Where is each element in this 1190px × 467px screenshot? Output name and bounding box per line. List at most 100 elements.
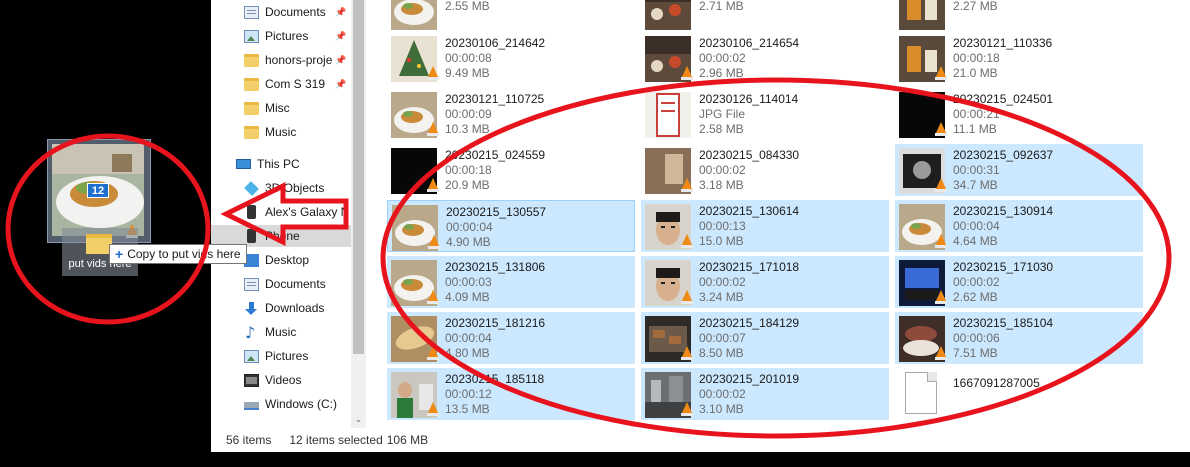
nav-item-pictures[interactable]: Pictures [211, 25, 351, 47]
file-tile[interactable]: 20230215_024559 00:00:18 20.9 MB [387, 144, 635, 196]
nav-item-com-s-319[interactable]: Com S 319 [211, 73, 351, 95]
vlc-icon [681, 346, 693, 360]
vlc-icon [935, 290, 947, 304]
file-size: 8.50 MB [699, 346, 744, 360]
item-count: 56 items [226, 433, 272, 447]
3d-objects-icon [244, 180, 259, 196]
file-tile[interactable]: 20230215_092637 00:00:31 34.7 MB [895, 144, 1143, 196]
file-type-or-duration: 00:00:02 [699, 387, 746, 401]
file-name: 20230215_084330 [699, 148, 800, 162]
file-name: 20230126_114014 [699, 92, 799, 106]
file-tile[interactable]: 20230215_130614 00:00:13 15.0 MB [641, 200, 889, 252]
file-name: 20230215_130614 [699, 204, 800, 218]
drag-item-count-badge: 12 [87, 183, 109, 198]
file-size: 10.3 MB [445, 122, 490, 136]
file-tile[interactable]: 20230215_130914 00:00:04 4.64 MB [895, 200, 1143, 252]
nav-scrollbar[interactable]: ⌄ [351, 0, 366, 428]
file-tile[interactable]: 1667091287005 [895, 368, 1143, 420]
file-tile[interactable]: 20230215_185104 00:00:06 7.51 MB [895, 312, 1143, 364]
nav-item-windows-c-[interactable]: Windows (C:) [211, 393, 351, 415]
vlc-icon [427, 122, 439, 136]
file-size: 4.09 MB [445, 290, 490, 304]
file-size: 20.9 MB [445, 178, 490, 192]
nav-item-label: Documents [265, 277, 326, 291]
selected-size: 106 MB [386, 433, 429, 447]
nav-item-label: Documents [265, 5, 326, 19]
file-grid: JPG File2.55 MBJPG File2.71 MBJPG File2.… [385, 0, 1160, 428]
file-tile[interactable]: 20230121_110336 00:00:18 21.0 MB [895, 32, 1143, 84]
file-tile[interactable]: JPG File2.55 MB [387, 0, 635, 32]
nav-item-pictures[interactable]: Pictures [211, 345, 351, 367]
file-name: 20230215_185118 [445, 372, 545, 386]
nav-item-videos[interactable]: Videos [211, 369, 351, 391]
file-tile[interactable]: 20230106_214642 00:00:08 9.49 MB [387, 32, 635, 84]
status-bar: 56 items 12 items selected 106 MB [211, 428, 1190, 452]
selected-count: 12 items selected [289, 433, 383, 447]
file-size: 2.71 MB [699, 0, 744, 13]
vlc-icon [427, 290, 439, 304]
file-type-or-duration: 00:00:02 [699, 163, 746, 177]
file-tile[interactable]: 20230215_024501 00:00:21 11.1 MB [895, 88, 1143, 140]
file-tile[interactable]: 20230215_084330 00:00:02 3.18 MB [641, 144, 889, 196]
file-tile[interactable]: 20230121_110725 00:00:09 10.3 MB [387, 88, 635, 140]
documents-icon [244, 5, 259, 19]
file-tile[interactable]: 20230215_131806 00:00:03 4.09 MB [387, 256, 635, 308]
nav-item-label: Pictures [265, 29, 309, 43]
plus-icon: + [115, 246, 124, 262]
file-tile[interactable]: 20230215_181216 00:00:04 4.80 MB [387, 312, 635, 364]
file-tile[interactable]: JPG File2.71 MB [641, 0, 889, 32]
vlc-icon [428, 235, 440, 249]
file-name: 20230215_201019 [699, 372, 800, 386]
drive-icon [244, 401, 259, 410]
file-size: 34.7 MB [953, 178, 998, 192]
file-type-or-duration: 00:00:31 [953, 163, 1000, 177]
pin-icon[interactable]: 📌 [335, 55, 347, 67]
nav-item-3d-objects[interactable]: 3D Objects [211, 177, 351, 199]
pin-icon[interactable]: 📌 [335, 79, 347, 91]
file-name: 20230215_092637 [953, 148, 1054, 162]
file-size: 21.0 MB [953, 66, 998, 80]
nav-item-music[interactable]: Music [211, 321, 351, 343]
nav-item-this-pc[interactable]: This PC [211, 153, 351, 175]
file-tile[interactable]: 20230215_171030 00:00:02 2.62 MB [895, 256, 1143, 308]
nav-item-documents[interactable]: Documents [211, 1, 351, 23]
file-tile[interactable]: 20230126_114014 JPG File 2.58 MB [641, 88, 889, 140]
this-pc-icon [236, 159, 251, 169]
file-size: 15.0 MB [699, 234, 744, 248]
file-type-or-duration: 00:00:12 [445, 387, 492, 401]
file-type-or-duration: 00:00:04 [445, 331, 492, 345]
file-size: 2.62 MB [953, 290, 998, 304]
pin-icon[interactable]: 📌 [335, 7, 347, 19]
file-explorer-window: Windows (C:) Videos Pictures Music Downloads… [211, 0, 1190, 452]
file-type-or-duration: JPG File [699, 107, 746, 121]
file-tile[interactable]: JPG File2.27 MB [895, 0, 1143, 32]
file-tile[interactable]: 20230215_184129 00:00:07 8.50 MB [641, 312, 889, 364]
file-type-or-duration: 00:00:02 [699, 51, 746, 65]
file-tile[interactable]: 20230215_185118 00:00:12 13.5 MB [387, 368, 635, 420]
nav-item-honors-proje[interactable]: honors-proje [211, 49, 351, 71]
vlc-icon [427, 346, 439, 360]
file-size: 2.58 MB [699, 122, 744, 136]
nav-item-documents[interactable]: Documents [211, 273, 351, 295]
file-type-or-duration: 00:00:21 [953, 107, 1000, 121]
file-name: 20230215_024559 [445, 148, 546, 162]
file-size: 3.24 MB [699, 290, 744, 304]
file-name: 20230215_130557 [446, 205, 547, 219]
pin-icon[interactable]: 📌 [335, 31, 347, 43]
scroll-down-icon[interactable]: ⌄ [353, 415, 364, 426]
copy-tooltip-text: Copy to put vids here [127, 247, 241, 261]
nav-item-misc[interactable]: Misc [211, 97, 351, 119]
file-name: 20230215_181216 [445, 316, 546, 330]
file-thumbnail [899, 0, 945, 30]
file-type-or-duration: 00:00:08 [445, 51, 492, 65]
file-tile[interactable]: 20230215_171018 00:00:02 3.24 MB [641, 256, 889, 308]
nav-item-label: 3D Objects [265, 181, 325, 195]
nav-item-alex-s-galaxy-n[interactable]: Alex's Galaxy N [211, 201, 351, 223]
vlc-icon [427, 402, 439, 416]
file-tile[interactable]: 20230215_130557 00:00:04 4.90 MB [387, 200, 635, 252]
file-tile[interactable]: 20230215_201019 00:00:02 3.10 MB [641, 368, 889, 420]
nav-item-downloads[interactable]: Downloads [211, 297, 351, 319]
nav-scrollbar-thumb[interactable] [353, 0, 364, 354]
nav-item-music[interactable]: Music [211, 121, 351, 143]
file-tile[interactable]: 20230106_214654 00:00:02 2.96 MB [641, 32, 889, 84]
